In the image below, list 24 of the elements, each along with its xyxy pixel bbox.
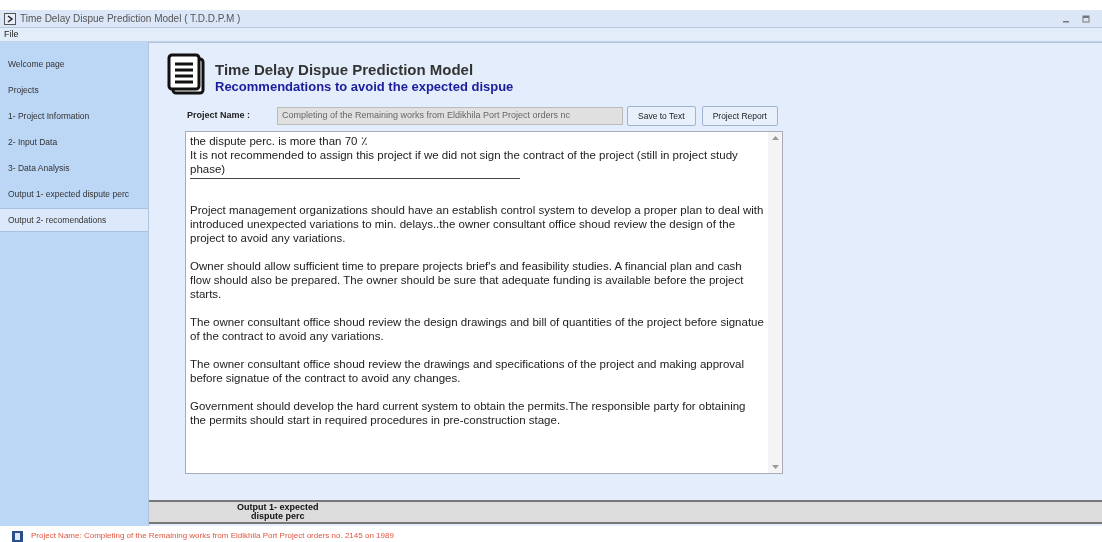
- sidebar-item[interactable]: 3- Data Analysis: [0, 156, 148, 180]
- document-icon: [167, 53, 207, 95]
- bottom-tab[interactable]: Output 1- expected dispute perc: [237, 503, 319, 521]
- sidebar-item[interactable]: Welcome page: [0, 52, 148, 76]
- sidebar-item[interactable]: Output 2- recomendations: [0, 208, 148, 232]
- sidebar-item[interactable]: Projects: [0, 78, 148, 102]
- status-text: Project Name: Completing of the Remaining works from Eldikhila Port Project orders no. 2145 on 1989: [31, 530, 394, 542]
- menu-item[interactable]: File: [4, 27, 19, 42]
- sidebar-item[interactable]: 1- Project Information: [0, 104, 148, 128]
- scrollbar[interactable]: [768, 132, 782, 473]
- window-title: Time Delay Dispue Prediction Model ( T.D.D.P.M ): [20, 12, 241, 26]
- toolbar-button[interactable]: Save to Text: [627, 106, 696, 126]
- app-icon: [4, 12, 16, 25]
- scroll-down-icon[interactable]: [771, 465, 779, 469]
- toolbar-button[interactable]: Project Report: [701, 106, 778, 126]
- page-subtitle: Recommendations to avoid the expected dispue: [215, 79, 514, 95]
- status-icon: [12, 530, 23, 542]
- project-name-field[interactable]: Completing of the Remaining works from Eldikhila Port Project orders nc: [277, 107, 623, 125]
- sidebar-item[interactable]: Output 1- expected dispute perc: [0, 182, 148, 206]
- scroll-up-icon[interactable]: [771, 136, 779, 140]
- maximize-icon[interactable]: [1082, 14, 1090, 23]
- page-title: Time Delay Dispue Prediction Model: [215, 61, 475, 79]
- sidebar-item[interactable]: 2- Input Data: [0, 130, 148, 154]
- field-label: Project Name :: [187, 109, 252, 123]
